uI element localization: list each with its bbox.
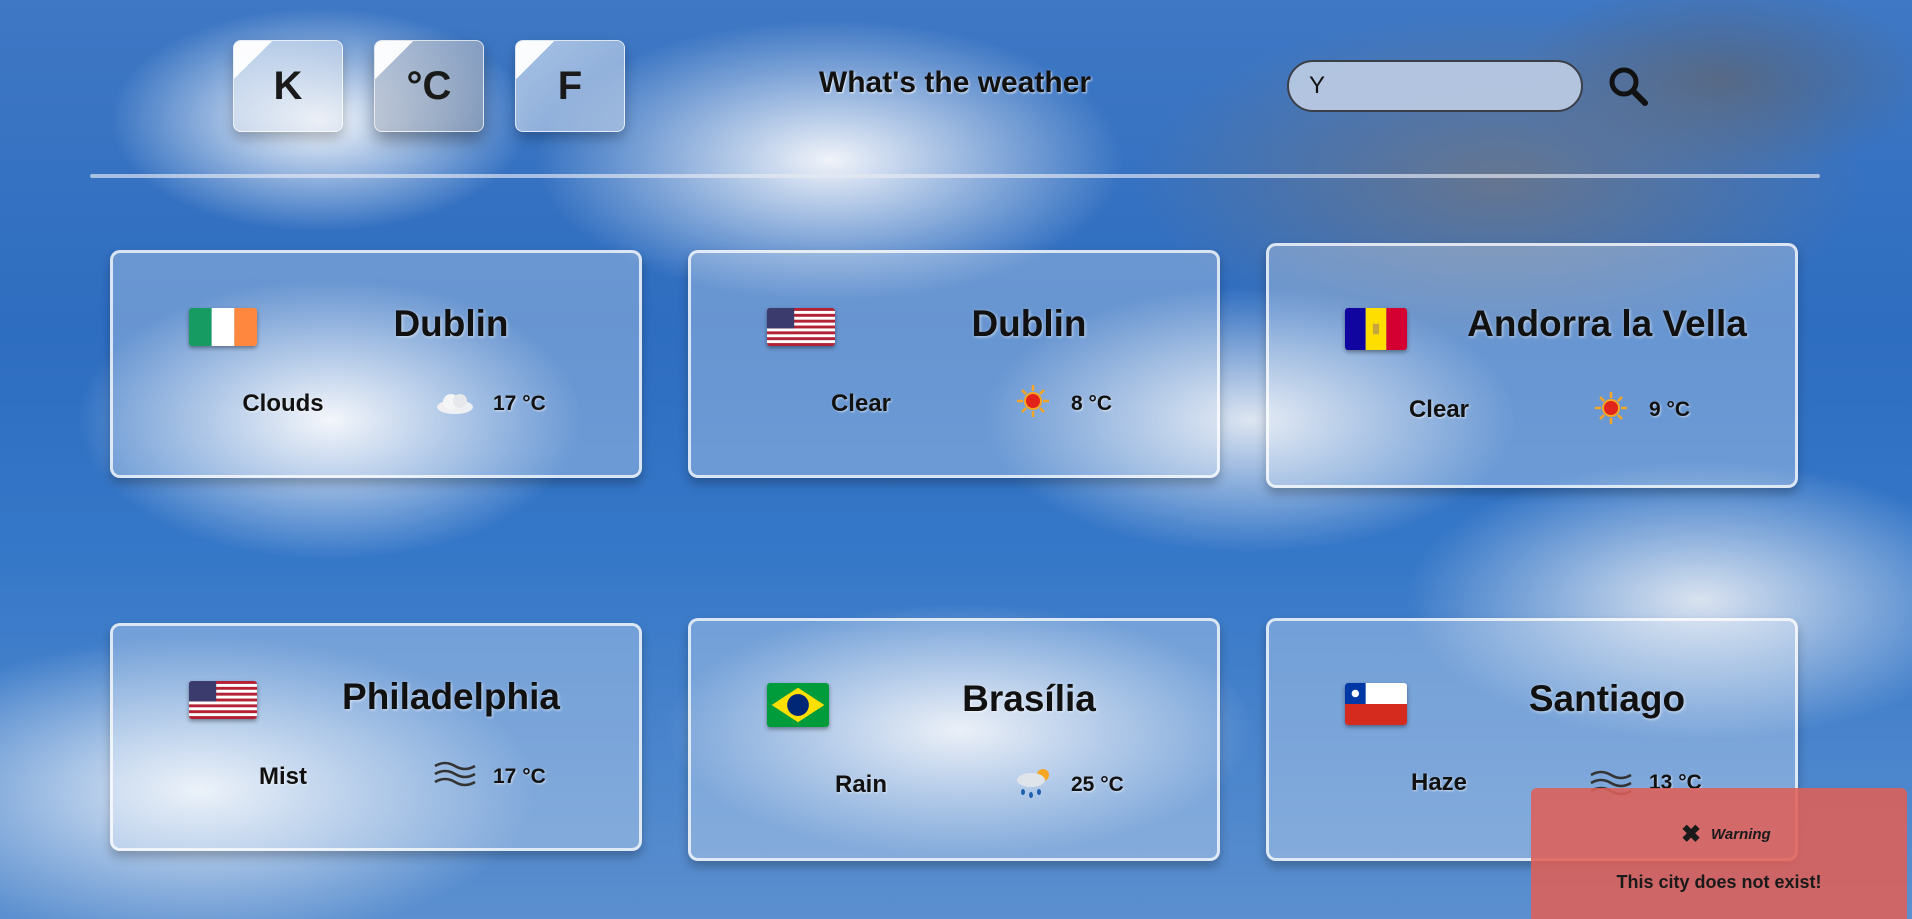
sun-icon	[1017, 385, 1049, 417]
temperature: 25 °C	[1071, 773, 1124, 796]
weather-description: Rain	[834, 771, 887, 798]
toast-title: Warning	[1711, 826, 1771, 843]
chile-flag-icon	[1345, 683, 1407, 725]
temperature: 17 °C	[493, 765, 546, 788]
city-name: Brasília	[962, 678, 1096, 719]
weather-card: Brasília Rain 25 °C	[688, 618, 1220, 861]
weather-description: Clear	[1408, 396, 1470, 423]
ireland-flag-icon	[189, 308, 257, 346]
weather-description: Clear	[830, 390, 892, 417]
search-icon[interactable]	[1606, 64, 1650, 108]
temperature: 8 °C	[1071, 392, 1113, 415]
toast-message: This city does not exist!	[1616, 872, 1822, 892]
unit-fahrenheit-label: F	[557, 63, 583, 108]
search-input[interactable]	[1287, 60, 1583, 112]
unit-celsius-label: °C	[406, 63, 452, 108]
weather-description: Haze	[1410, 769, 1468, 796]
header-divider	[90, 174, 1820, 178]
cloud-icon	[437, 394, 473, 414]
page-title: What's the weather	[818, 66, 1092, 99]
city-name: Santiago	[1528, 678, 1686, 719]
unit-fahrenheit-button[interactable]: F	[515, 40, 625, 132]
weather-description: Mist	[259, 763, 307, 790]
unit-kelvin-button[interactable]: K	[233, 40, 343, 132]
brazil-flag-icon	[767, 683, 829, 727]
rain-icon	[1017, 769, 1049, 798]
mist-icon	[434, 761, 476, 787]
usa-flag-icon	[189, 681, 257, 719]
city-name: Dublin	[971, 303, 1087, 344]
close-icon[interactable]: ✖	[1681, 820, 1701, 849]
warning-toast: ✖ Warning This city does not exist!	[1531, 788, 1907, 919]
temperature: 17 °C	[493, 392, 546, 415]
unit-celsius-button[interactable]: °C	[374, 40, 484, 132]
unit-kelvin-label: K	[273, 63, 303, 108]
city-name: Dublin	[393, 303, 509, 344]
sun-icon	[1595, 392, 1627, 424]
city-name: Philadelphia	[342, 676, 560, 717]
temperature: 9 °C	[1649, 398, 1691, 421]
weather-card: Philadelphia Mist 17 °C	[110, 623, 642, 851]
city-name: Andorra la Vella	[1467, 303, 1747, 344]
usa-flag-icon	[767, 308, 835, 346]
weather-card: Dublin Clouds 17 °C	[110, 250, 642, 478]
weather-card: Andorra la Vella Clear 9 °C	[1266, 243, 1798, 488]
weather-description: Clouds	[242, 390, 324, 417]
weather-card: Dublin Clear 8 °C	[688, 250, 1220, 478]
andorra-flag-icon	[1345, 308, 1407, 350]
